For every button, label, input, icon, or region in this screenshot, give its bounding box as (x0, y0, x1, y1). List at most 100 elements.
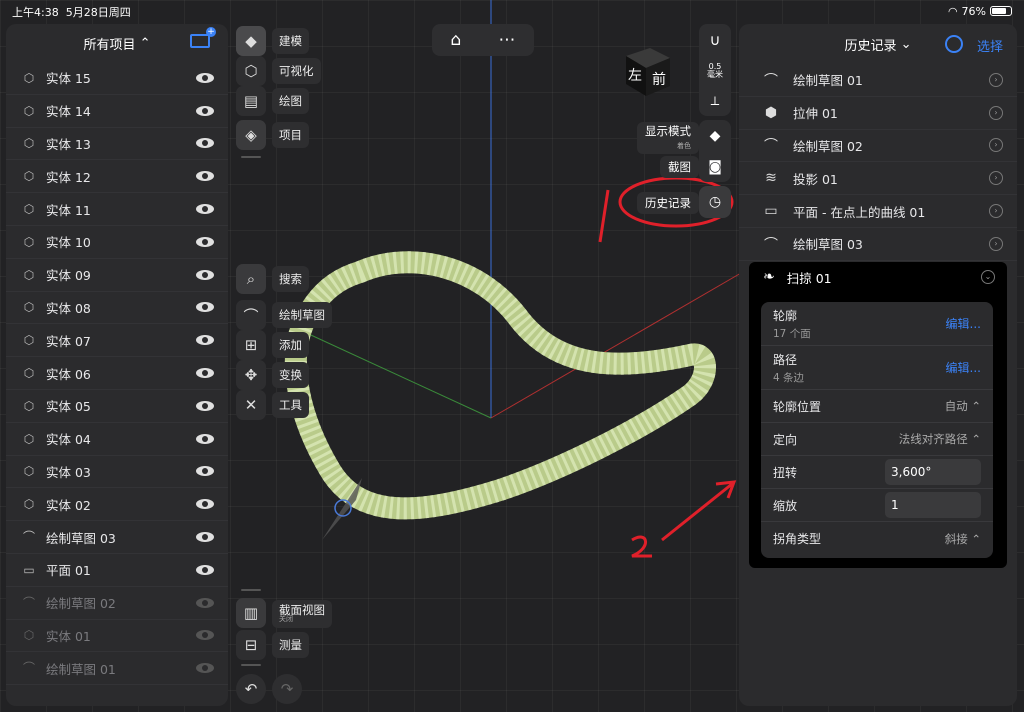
eye-icon[interactable] (196, 433, 214, 444)
list-item[interactable]: ⬡ 实体 05 (6, 390, 228, 423)
add-icon[interactable]: ⊞ (236, 330, 266, 360)
project-browser-header[interactable]: 所有项目 ⌃ (6, 24, 228, 62)
eye-icon[interactable] (196, 302, 214, 313)
profile-edit-button[interactable]: 编辑... (946, 315, 981, 332)
drawing-workspace-label[interactable]: 绘图 (272, 88, 309, 114)
list-item[interactable]: ⌒ 绘制草图 02 (6, 587, 228, 620)
history-item[interactable]: ⌒ 绘制草图 03 › (739, 228, 1017, 261)
list-item[interactable]: ⌒ 绘制草图 01 (6, 652, 228, 686)
eye-icon[interactable] (196, 105, 214, 116)
list-item[interactable]: ⬡ 实体 04 (6, 423, 228, 456)
layers-icon[interactable]: ◈ (236, 120, 266, 150)
display-mode-button[interactable]: 显示模式 着色 (637, 122, 699, 155)
transform-button[interactable]: 变换 (272, 362, 309, 388)
eye-icon[interactable] (196, 171, 214, 182)
collapse-icon[interactable]: ⌄ (981, 270, 995, 284)
screenshot-button[interactable]: 截图 (660, 156, 699, 178)
eye-icon[interactable] (196, 236, 214, 247)
eye-icon[interactable] (196, 499, 214, 510)
eye-icon[interactable] (196, 466, 214, 477)
chevron-right-icon[interactable]: › (989, 204, 1003, 219)
list-item[interactable]: ⬡ 实体 06 (6, 357, 228, 390)
list-item[interactable]: ⬡ 实体 01 (6, 620, 228, 653)
transform-icon[interactable]: ✥ (236, 360, 266, 390)
list-item[interactable]: ⬡ 实体 02 (6, 488, 228, 522)
history-item[interactable]: ⬢ 拉伸 01 › (739, 97, 1017, 130)
model-workspace-label[interactable]: 建模 (272, 28, 309, 54)
search-button[interactable]: 搜索 (272, 266, 309, 292)
eye-icon[interactable] (196, 400, 214, 411)
home-icon[interactable]: ⌂ (451, 30, 462, 50)
list-item[interactable]: ⬡ 实体 07 (6, 324, 228, 358)
history-item[interactable]: ≋ 投影 01 › (739, 162, 1017, 196)
model-workspace-icon[interactable]: ◆ (236, 26, 266, 56)
history-item[interactable]: ▭ 平面 - 在点上的曲线 01 › (739, 195, 1017, 228)
eye-icon[interactable] (196, 335, 214, 346)
measure-button[interactable]: 测量 (272, 632, 309, 658)
measure-icon[interactable]: ⊟ (236, 630, 266, 660)
sketch-button[interactable]: 绘制草图 (272, 302, 332, 328)
eye-icon[interactable] (196, 630, 214, 641)
history-button[interactable]: 历史记录 (637, 192, 699, 214)
chevron-right-icon[interactable]: › (989, 171, 1003, 186)
list-item[interactable]: ⬡ 实体 08 (6, 292, 228, 325)
eye-icon[interactable] (196, 204, 214, 215)
project-browser-title[interactable]: 所有项目 (83, 34, 135, 53)
list-item[interactable]: ▭ 平面 01 (6, 554, 228, 587)
twist-input[interactable]: 3,600° (885, 459, 981, 485)
eye-icon[interactable] (196, 269, 214, 280)
magnet-icon[interactable]: ∪ (710, 31, 721, 49)
eye-icon[interactable] (196, 368, 214, 379)
display-mode-icon[interactable]: ◆ (710, 128, 721, 144)
drawing-workspace-icon[interactable]: ▤ (236, 86, 266, 116)
section-view-icon[interactable]: ▥ (236, 598, 266, 628)
visualize-workspace-icon[interactable]: ⬡ (236, 56, 266, 86)
scale-input[interactable]: 1 (885, 492, 981, 518)
list-item[interactable]: ⬡ 实体 11 (6, 193, 228, 226)
add-button[interactable]: 添加 (272, 332, 309, 358)
list-item[interactable]: ⬡ 实体 03 (6, 456, 228, 489)
eye-icon[interactable] (196, 138, 214, 149)
tools-button[interactable]: 工具 (272, 392, 309, 418)
more-icon[interactable]: ⋯ (498, 30, 515, 50)
eye-icon[interactable] (196, 564, 214, 575)
history-item[interactable]: ⌒ 绘制草图 01 › (739, 64, 1017, 97)
undo-icon[interactable]: ↶ (236, 674, 266, 704)
new-folder-icon[interactable] (190, 27, 216, 48)
corner-type-select[interactable]: 斜接 ⌃ (945, 531, 981, 547)
select-button[interactable]: 选择 (977, 36, 1003, 55)
history-item[interactable]: ⌒ 绘制草图 02 › (739, 130, 1017, 163)
list-item[interactable]: ⬡ 实体 09 (6, 259, 228, 292)
profile-position-select[interactable]: 自动 ⌃ (945, 398, 981, 414)
chevron-right-icon[interactable]: › (989, 138, 1003, 153)
chevron-right-icon[interactable]: › (989, 105, 1003, 120)
chevron-right-icon[interactable]: › (989, 72, 1003, 87)
list-item[interactable]: ⬡ 实体 12 (6, 160, 228, 194)
visualize-workspace-label[interactable]: 可视化 (272, 58, 321, 84)
eye-icon[interactable] (196, 532, 214, 543)
sweep-feature-header[interactable]: ❧ 扫掠 01 ⌄ (749, 262, 1007, 292)
path-edit-button[interactable]: 编辑... (946, 359, 981, 376)
camera-icon[interactable]: ◙ (708, 159, 722, 175)
filter-icon[interactable] (945, 35, 963, 53)
redo-icon[interactable]: ↷ (272, 674, 302, 704)
list-item[interactable]: ⬡ 实体 10 (6, 226, 228, 259)
tools-icon[interactable]: ✕ (236, 390, 266, 420)
history-panel-title[interactable]: 历史记录 (844, 35, 896, 54)
chevron-right-icon[interactable]: › (989, 236, 1003, 251)
search-icon[interactable]: ⌕ (236, 264, 266, 294)
units-button[interactable]: 0.5 毫米 (707, 62, 723, 81)
axis-gizmo-icon[interactable]: ⟂ (711, 94, 720, 109)
section-view-button[interactable]: 截面视图 关闭 (272, 600, 332, 628)
list-item[interactable]: ⬡ 实体 14 (6, 95, 228, 128)
project-button[interactable]: 项目 (272, 122, 309, 148)
list-item[interactable]: ⌒ 绘制草图 03 (6, 521, 228, 554)
eye-icon[interactable] (196, 663, 214, 674)
history-clock-icon[interactable]: ◷ (699, 186, 731, 218)
eye-icon[interactable] (196, 72, 214, 83)
list-item[interactable]: ⬡ 实体 13 (6, 128, 228, 161)
orientation-select[interactable]: 法线对齐路径 ⌃ (899, 431, 981, 447)
list-item[interactable]: ⬡ 实体 15 (6, 62, 228, 95)
eye-icon[interactable] (196, 597, 214, 608)
sketch-icon[interactable]: ⌒ (236, 300, 266, 330)
